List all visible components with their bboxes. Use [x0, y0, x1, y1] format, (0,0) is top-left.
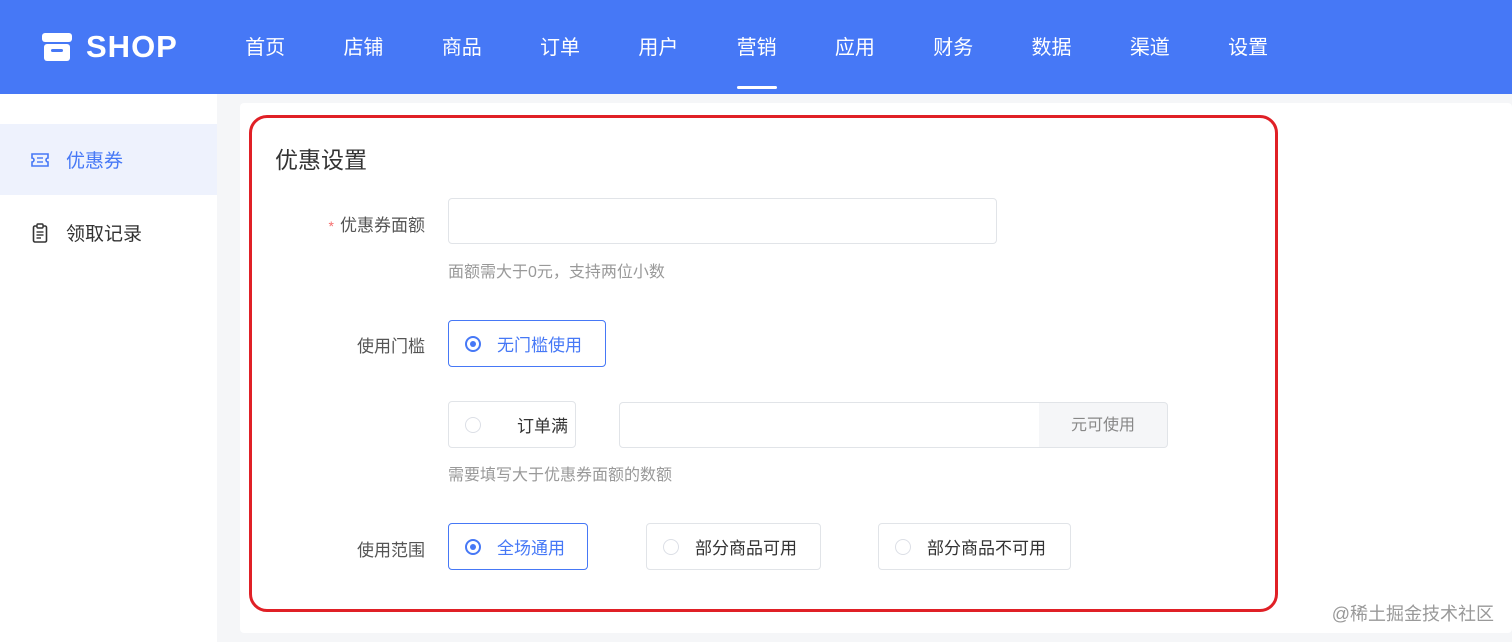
coupon-amount-input[interactable]	[448, 198, 997, 244]
threshold-order-radio[interactable]: 订单满	[448, 401, 576, 448]
nav-item-home[interactable]: 首页	[216, 0, 314, 94]
nav-item-orders[interactable]: 订单	[511, 0, 609, 94]
logo[interactable]: SHOP	[40, 30, 178, 64]
main-nav: 首页 店铺 商品 订单 用户 营销 应用 财务 数据 渠道 设置	[216, 0, 1297, 94]
nav-item-marketing[interactable]: 营销	[707, 0, 805, 94]
threshold-hint: 需要填写大于优惠券面额的数额	[448, 467, 673, 484]
nav-item-channels[interactable]: 渠道	[1101, 0, 1199, 94]
nav-item-shop[interactable]: 店铺	[314, 0, 412, 94]
sidebar: 优惠券 领取记录	[0, 94, 217, 642]
order-min-amount-input[interactable]	[619, 402, 1040, 448]
radio-unchecked-icon	[465, 416, 481, 433]
nav-item-products[interactable]: 商品	[413, 0, 511, 94]
order-amount-suffix: 元可使用	[1039, 402, 1168, 448]
nav-item-finance[interactable]: 财务	[904, 0, 1002, 94]
nav-item-users[interactable]: 用户	[609, 0, 707, 94]
scope-some-unavailable-radio[interactable]: 部分商品不可用	[878, 523, 1071, 570]
nav-item-data[interactable]: 数据	[1002, 0, 1100, 94]
sidebar-item-coupons[interactable]: 优惠券	[0, 124, 217, 195]
radio-checked-icon	[465, 538, 481, 555]
amount-label: * 优惠券面额	[328, 216, 425, 235]
scope-some-available-radio[interactable]: 部分商品可用	[646, 523, 821, 570]
nav-item-apps[interactable]: 应用	[806, 0, 904, 94]
clipboard-icon	[30, 222, 50, 243]
radio-checked-icon	[465, 335, 481, 352]
sidebar-item-claim-records[interactable]: 领取记录	[0, 197, 217, 268]
nav-item-settings[interactable]: 设置	[1199, 0, 1297, 94]
radio-unchecked-icon	[663, 538, 679, 555]
sidebar-item-label: 领取记录	[66, 224, 143, 245]
section-title: 优惠设置	[275, 147, 367, 173]
watermark: @稀土掘金技术社区	[1331, 604, 1494, 624]
radio-unchecked-icon	[895, 538, 911, 555]
logo-text: SHOP	[86, 29, 178, 64]
scope-all-radio[interactable]: 全场通用	[448, 523, 588, 570]
amount-hint: 面额需大于0元，支持两位小数	[448, 264, 665, 281]
threshold-label: 使用门槛	[357, 337, 425, 356]
store-icon	[42, 33, 72, 61]
top-navigation-bar: SHOP 首页 店铺 商品 订单 用户 营销 应用 财务 数据 渠道 设置	[0, 0, 1512, 94]
sidebar-item-label: 优惠券	[66, 151, 124, 172]
threshold-none-radio[interactable]: 无门槛使用	[448, 320, 606, 367]
ticket-icon	[30, 150, 50, 170]
required-mark: *	[328, 218, 334, 234]
scope-label: 使用范围	[357, 541, 425, 560]
